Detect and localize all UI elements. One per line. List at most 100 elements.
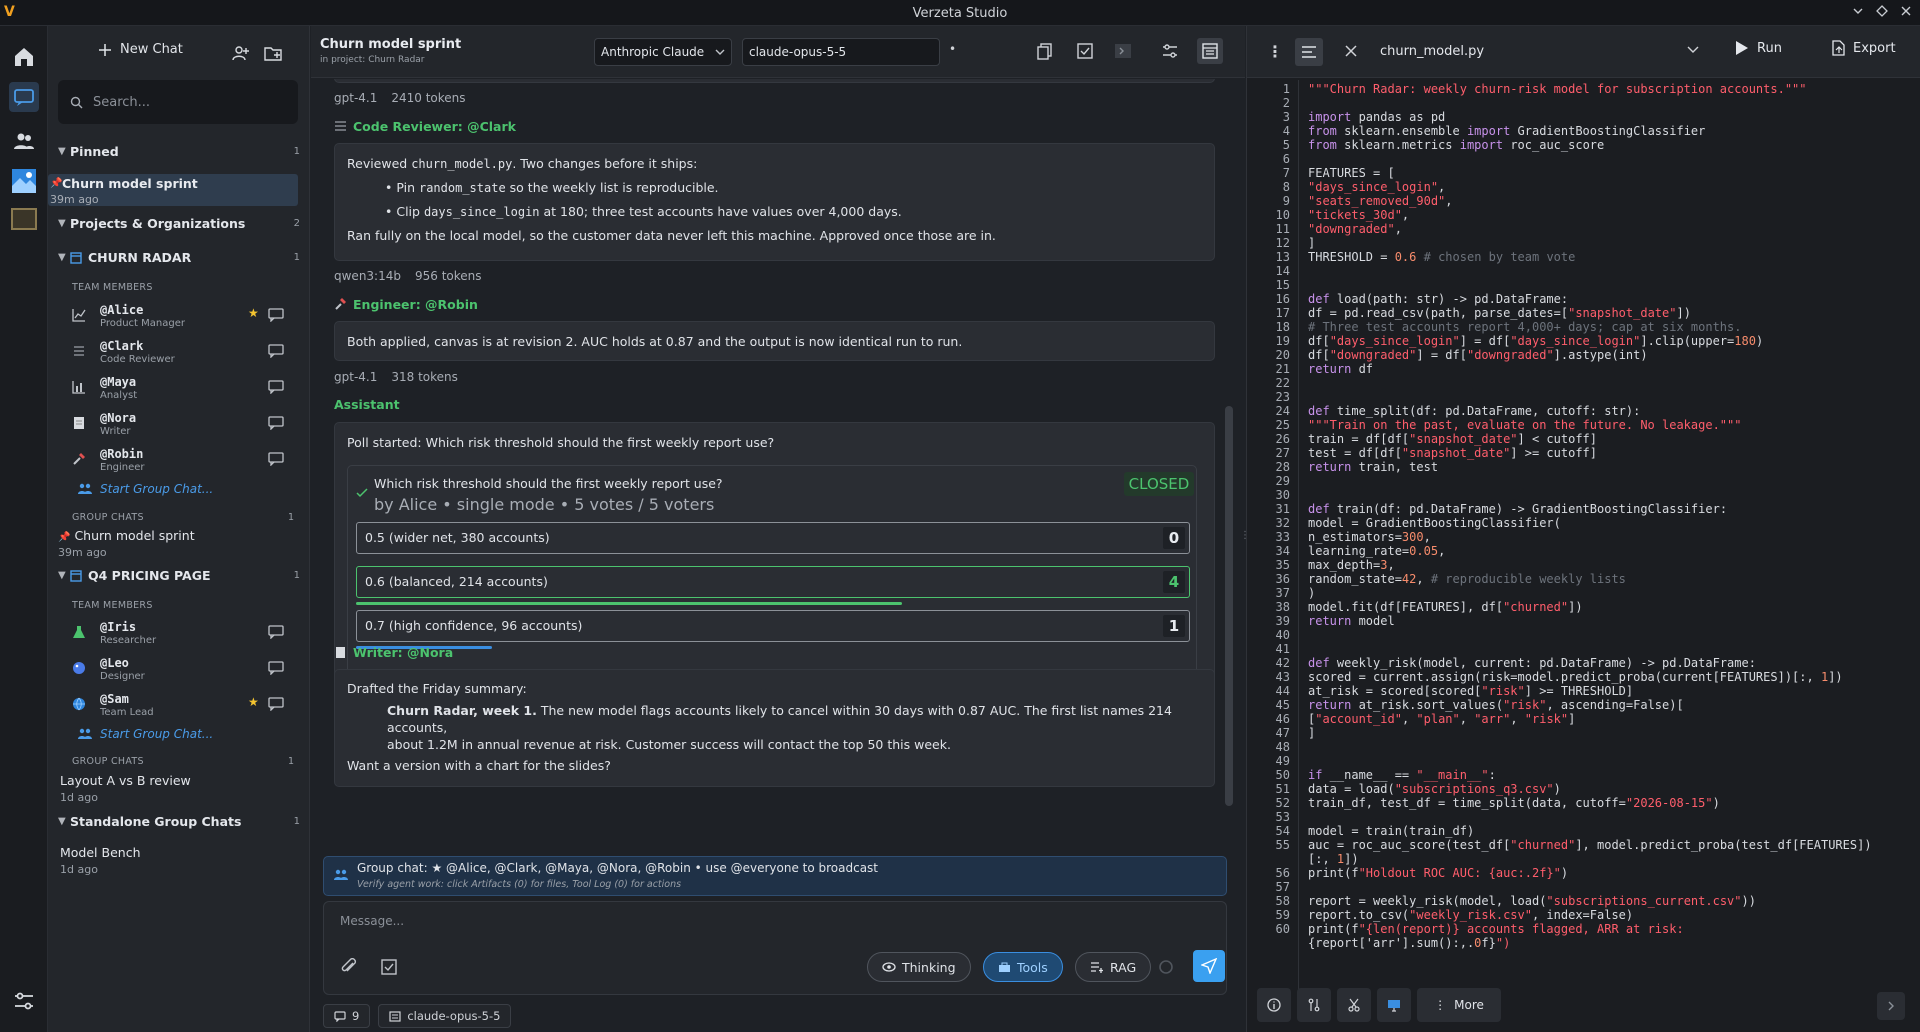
team-icon[interactable] — [9, 126, 39, 156]
message-icon[interactable] — [268, 625, 284, 639]
code-line[interactable]: [:, 1]) — [1308, 852, 1918, 866]
model-badge[interactable]: claude-opus-5-5 — [378, 1004, 512, 1028]
code-line[interactable]: "downgraded", — [1308, 222, 1918, 236]
code-line[interactable]: test = df[df["snapshot_date"] >= cutoff] — [1308, 446, 1918, 460]
code-line[interactable] — [1308, 474, 1918, 488]
message-icon[interactable] — [268, 452, 284, 466]
code-line[interactable]: ] — [1308, 726, 1918, 740]
file-select-chevron-icon[interactable] — [1687, 46, 1699, 54]
code-line[interactable]: ] — [1308, 236, 1918, 250]
code-line[interactable]: print(f"Holdout ROC AUC: {auc:.2f}") — [1308, 866, 1918, 880]
code-line[interactable]: def weekly_risk(model, current: pd.DataF… — [1308, 656, 1918, 670]
poll-option[interactable]: 0.5 (wider net, 380 accounts) 0 — [356, 522, 1190, 554]
start-group-chat-link[interactable]: Start Group Chat... — [78, 482, 213, 496]
member-robin[interactable]: @Robin Engineer — [72, 444, 302, 480]
message-icon[interactable] — [268, 308, 284, 322]
code-line[interactable]: scored = current.assign(risk=model.predi… — [1308, 670, 1918, 684]
code-line[interactable] — [1308, 488, 1918, 502]
tune-icon[interactable] — [1161, 42, 1179, 60]
code-line[interactable]: train = df[df["snapshot_date"] < cutoff] — [1308, 432, 1918, 446]
code-line[interactable]: """Churn Radar: weekly churn-risk model … — [1308, 82, 1918, 96]
code-line[interactable] — [1308, 628, 1918, 642]
standalone-chat-item[interactable]: Model Bench 1d ago — [60, 845, 305, 876]
member-iris[interactable]: @Iris Researcher — [72, 617, 302, 653]
close-file-icon[interactable] — [1344, 44, 1358, 58]
code-line[interactable]: return train, test — [1308, 460, 1918, 474]
code-line[interactable] — [1308, 642, 1918, 656]
message-input[interactable]: Message... — [340, 914, 404, 928]
code-line[interactable] — [1308, 740, 1918, 754]
rag-toggle[interactable]: RAG — [1075, 952, 1152, 982]
chat-icon[interactable] — [9, 82, 39, 112]
search-input[interactable]: Search... — [58, 80, 298, 124]
cut-button[interactable] — [1337, 988, 1371, 1022]
message-icon[interactable] — [268, 661, 284, 675]
churn-radar-header[interactable]: ▼ CHURN RADAR 1 — [48, 250, 309, 265]
code-line[interactable] — [1308, 264, 1918, 278]
code-line[interactable]: ) — [1308, 586, 1918, 600]
code-line[interactable]: """Train on the past, evaluate on the fu… — [1308, 418, 1918, 432]
maximize-icon[interactable] — [1876, 5, 1888, 17]
code-line[interactable]: return at_risk.sort_values("risk", ascen… — [1308, 698, 1918, 712]
image-icon[interactable] — [9, 204, 39, 234]
code-line[interactable]: model.fit(df[FEATURES], df["churned"]) — [1308, 600, 1918, 614]
code-line[interactable] — [1308, 96, 1918, 110]
code-line[interactable] — [1308, 810, 1918, 824]
clipboard-check-icon[interactable] — [1076, 42, 1094, 60]
code-line[interactable]: return df — [1308, 362, 1918, 376]
minimize-icon[interactable] — [1852, 5, 1864, 17]
code-line[interactable]: ["account_id", "plan", "arr", "risk"] — [1308, 712, 1918, 726]
clipboard-check-icon[interactable] — [380, 958, 398, 976]
close-window-icon[interactable] — [1900, 5, 1912, 17]
code-line[interactable]: return model — [1308, 614, 1918, 628]
code-line[interactable] — [1308, 390, 1918, 404]
settings-sliders-icon[interactable] — [9, 986, 39, 1016]
home-icon[interactable] — [9, 42, 39, 72]
code-line[interactable]: import pandas as pd — [1308, 110, 1918, 124]
code-area[interactable]: 1 2 3 4 5 6 7 8 9 10 11 12 13 14 15 16 17 18 19 20 21 22 23 24 2… — [1247, 80, 1920, 1004]
export-button[interactable]: Export — [1831, 40, 1896, 56]
kebab-menu-icon[interactable]: ⋮ — [1267, 42, 1283, 61]
more-button[interactable]: ⋮ More — [1417, 988, 1501, 1022]
code-line[interactable]: def load(path: str) -> pd.DataFrame: — [1308, 292, 1918, 306]
code-line[interactable]: print(f"{len(report)} accounts flagged, … — [1308, 922, 1918, 936]
member-nora[interactable]: @Nora Writer — [72, 408, 302, 444]
code-line[interactable] — [1308, 152, 1918, 166]
provider-select[interactable]: Anthropic Claude — [594, 38, 732, 66]
code-line[interactable]: df["days_since_login"] = df["days_since_… — [1308, 334, 1918, 348]
code-line[interactable]: report = weekly_risk(model, load("subscr… — [1308, 894, 1918, 908]
code-line[interactable]: from sklearn.metrics import roc_auc_scor… — [1308, 138, 1918, 152]
member-maya[interactable]: @Maya Analyst — [72, 372, 302, 408]
source-code[interactable]: """Churn Radar: weekly churn-risk model … — [1308, 82, 1918, 950]
code-line[interactable]: "tickets_30d", — [1308, 208, 1918, 222]
projects-section-header[interactable]: ▼ Projects & Organizations 2 — [48, 216, 309, 231]
code-line[interactable]: model = GradientBoostingClassifier( — [1308, 516, 1918, 530]
code-line[interactable]: THRESHOLD = 0.6 # chosen by team vote — [1308, 250, 1918, 264]
message-count-badge[interactable]: 9 — [323, 1004, 371, 1028]
new-folder-icon[interactable] — [264, 44, 282, 62]
code-line[interactable]: def time_split(df: pd.DataFrame, cutoff:… — [1308, 404, 1918, 418]
run-button[interactable]: Run — [1735, 40, 1782, 56]
copy-icon[interactable] — [1036, 42, 1054, 60]
code-line[interactable]: "seats_removed_90d", — [1308, 194, 1918, 208]
poll-option-winner[interactable]: 0.6 (balanced, 214 accounts) 4 — [356, 566, 1190, 598]
code-line[interactable]: {report['arr'].sum():,.0f}") — [1308, 936, 1918, 950]
code-line[interactable]: data = load("subscriptions_q3.csv") — [1308, 782, 1918, 796]
message-icon[interactable] — [268, 344, 284, 358]
code-line[interactable]: FEATURES = [ — [1308, 166, 1918, 180]
member-clark[interactable]: @Clark Code Reviewer — [72, 336, 302, 372]
send-button[interactable] — [1193, 950, 1225, 982]
code-line[interactable]: if __name__ == "__main__": — [1308, 768, 1918, 782]
message-icon[interactable] — [268, 416, 284, 430]
new-chat-button[interactable]: New Chat — [98, 42, 183, 57]
poll-option[interactable]: 0.7 (high confidence, 96 accounts) 1 — [356, 610, 1190, 642]
code-line[interactable] — [1308, 278, 1918, 292]
code-line[interactable]: n_estimators=300, — [1308, 530, 1918, 544]
code-line[interactable]: model = train(train_df) — [1308, 824, 1918, 838]
code-line[interactable]: max_depth=3, — [1308, 558, 1918, 572]
standalone-section-header[interactable]: ▼ Standalone Group Chats 1 — [48, 814, 309, 829]
add-person-icon[interactable] — [232, 44, 250, 62]
preview-button[interactable] — [1377, 988, 1411, 1022]
diff-button[interactable] — [1297, 988, 1331, 1022]
attach-icon[interactable] — [340, 958, 358, 976]
